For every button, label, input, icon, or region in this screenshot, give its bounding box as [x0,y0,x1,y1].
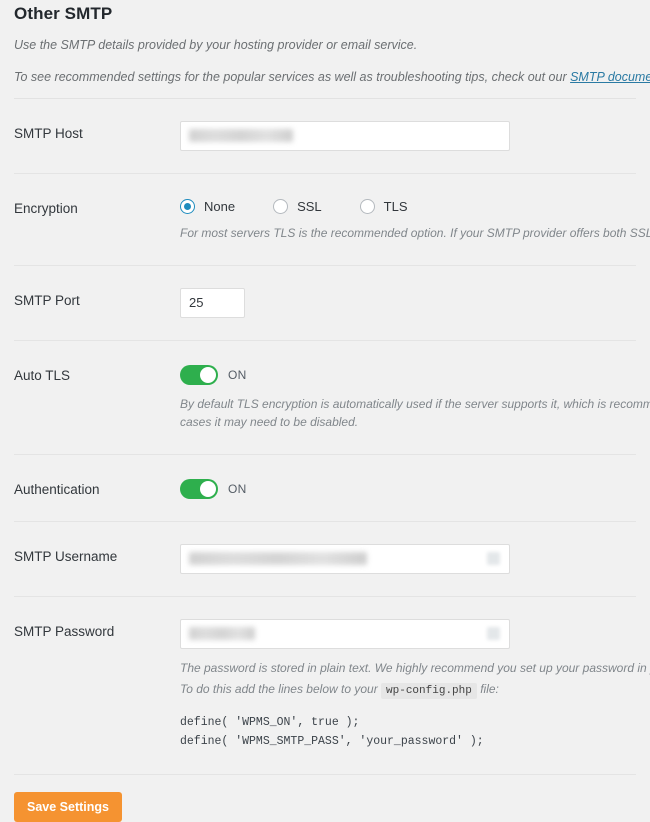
help-encryption: For most servers TLS is the recommended … [180,224,636,243]
auto-tls-toggle[interactable] [180,365,218,385]
panel-header: Other SMTP Use the SMTP details provided… [14,0,636,86]
radio-label-none: None [204,199,235,214]
smtp-password-input-wrap [180,619,510,649]
radio-encryption-ssl[interactable]: SSL [273,199,322,214]
page-title: Other SMTP [14,4,636,24]
authentication-state-label: ON [228,482,247,496]
wp-config-code-block: define( 'WPMS_ON', true ); define( 'WPMS… [180,714,636,752]
toggle-knob-icon [200,481,216,497]
save-settings-button[interactable]: Save Settings [14,792,122,822]
label-encryption: Encryption [14,196,180,216]
auto-tls-state-label: ON [228,368,247,382]
help-suffix-text: file: [477,682,499,696]
help-auto-tls: By default TLS encryption is automatical… [180,395,650,432]
panel-footer: Save Settings [14,775,636,822]
panel-description-secondary: To see recommended settings for the popu… [14,68,636,86]
field-auto-tls: ON By default TLS encryption is automati… [180,363,636,432]
field-smtp-port [180,288,636,318]
other-smtp-settings-panel: Other SMTP Use the SMTP details provided… [0,0,650,822]
smtp-port-input[interactable] [180,288,245,318]
smtp-username-input-wrap [180,544,510,574]
label-authentication: Authentication [14,477,180,497]
smtp-documentation-link[interactable]: SMTP documentation [570,70,650,84]
radio-dot-icon [273,199,288,214]
toggle-knob-icon [200,367,216,383]
row-smtp-password: SMTP Password The password is stored in … [14,597,636,775]
description-prefix-text: To see recommended settings for the popu… [14,70,570,84]
field-smtp-host [180,121,636,151]
smtp-host-input[interactable] [180,121,510,151]
label-smtp-username: SMTP Username [14,544,180,564]
smtp-password-input[interactable] [180,619,510,649]
help-prefix-text: To do this add the lines below to your [180,682,381,696]
row-authentication: Authentication ON [14,455,636,522]
help-smtp-password-line-1: The password is stored in plain text. We… [180,659,636,678]
label-smtp-host: SMTP Host [14,121,180,141]
label-smtp-password: SMTP Password [14,619,180,639]
field-authentication: ON [180,477,636,499]
smtp-username-input[interactable] [180,544,510,574]
row-smtp-port: SMTP Port [14,266,636,341]
wp-config-filename-code: wp-config.php [381,683,477,699]
radio-encryption-tls[interactable]: TLS [360,199,408,214]
label-auto-tls: Auto TLS [14,363,180,383]
auto-tls-toggle-wrap: ON [180,363,636,385]
field-smtp-password: The password is stored in plain text. We… [180,619,636,752]
authentication-toggle-wrap: ON [180,477,636,499]
encryption-radio-group: None SSL TLS [180,196,636,214]
label-smtp-port: SMTP Port [14,288,180,308]
row-smtp-username: SMTP Username [14,522,636,597]
radio-encryption-none[interactable]: None [180,199,235,214]
row-smtp-host: SMTP Host [14,99,636,174]
field-smtp-username [180,544,636,574]
authentication-toggle[interactable] [180,479,218,499]
panel-description-primary: Use the SMTP details provided by your ho… [14,36,636,54]
radio-dot-icon [360,199,375,214]
radio-label-ssl: SSL [297,199,322,214]
radio-label-tls: TLS [384,199,408,214]
help-smtp-password-line-2: To do this add the lines below to your w… [180,680,636,700]
radio-dot-icon [180,199,195,214]
row-auto-tls: Auto TLS ON By default TLS encryption is… [14,341,636,455]
row-encryption: Encryption None SSL TLS For most servers… [14,174,636,266]
smtp-host-input-wrap [180,121,510,151]
field-encryption: None SSL TLS For most servers TLS is the… [180,196,636,243]
